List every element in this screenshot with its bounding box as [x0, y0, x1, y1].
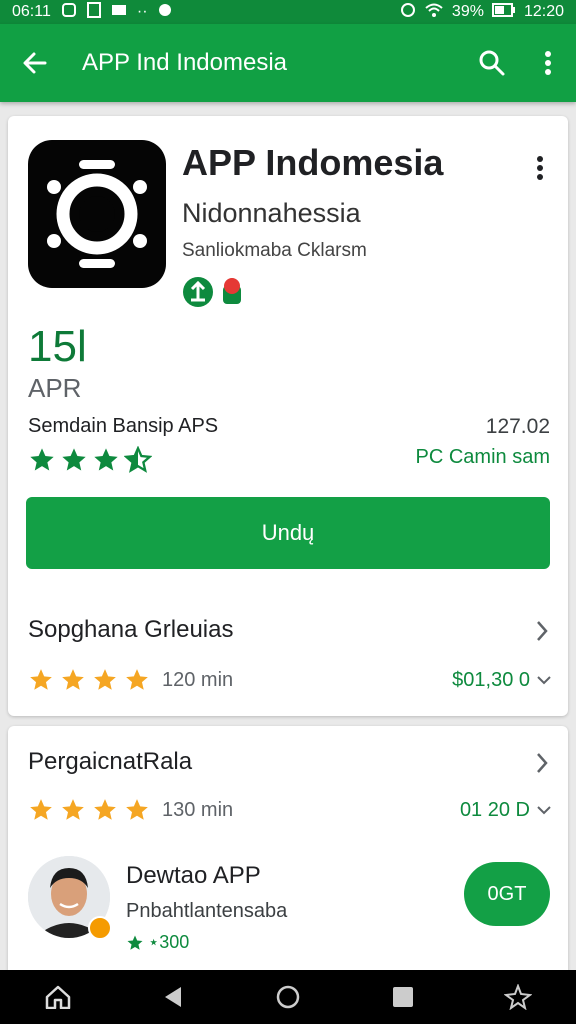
- verified-badge-icon: [88, 916, 112, 940]
- star-icon: [30, 448, 54, 471]
- stat-label: APR: [28, 373, 82, 403]
- home-icon: [45, 985, 70, 1009]
- app-badges: [182, 276, 244, 308]
- alarm-icon: [400, 2, 416, 23]
- related-card: PergaicnatRala 130 min 01 20 D Dewtao AP…: [8, 726, 568, 976]
- sim-icon: [86, 1, 101, 23]
- battery-percent: 39%: [451, 3, 484, 20]
- app-icon[interactable]: [28, 140, 166, 288]
- get-button[interactable]: 0GT: [464, 862, 550, 926]
- nav-assistant-button[interactable]: [488, 970, 548, 1024]
- section-title[interactable]: Sopghana Grleuias: [28, 616, 233, 644]
- square-recents-icon: [393, 987, 414, 1007]
- chevron-right-icon: [537, 753, 548, 773]
- content-rating-badge-icon: [223, 278, 241, 304]
- star-icon: [126, 799, 148, 820]
- chevron-down-icon: [537, 676, 551, 685]
- notification-icon: [61, 2, 77, 23]
- price-value: $01,30 0: [452, 668, 530, 691]
- star-icon: [62, 799, 84, 820]
- system-nav-bar: [0, 970, 576, 1024]
- star-half-icon: [124, 446, 152, 473]
- app-details-card: APP Indomesia Nidonnahessia Sanliokmaba …: [8, 116, 568, 716]
- circle-home-icon: [276, 985, 300, 1009]
- star-icon: [62, 669, 84, 690]
- chevron-right-icon: [537, 621, 548, 641]
- app-name: APP Indomesia: [182, 142, 444, 183]
- rating-count: 120 min: [162, 668, 234, 691]
- status-bar: 06:11 ·· 39% 12:20: [0, 0, 576, 24]
- section-rating-row: 120 min $01,30 0: [28, 665, 552, 695]
- nav-recents-button[interactable]: [373, 970, 433, 1024]
- app-subtitle: Semdain Bansip APS: [28, 415, 219, 437]
- rating-count: 130 min: [162, 798, 234, 821]
- search-icon: [479, 50, 505, 76]
- search-button[interactable]: [464, 24, 520, 102]
- arrow-left-icon: [23, 52, 47, 74]
- stat-value: 15l: [28, 322, 87, 371]
- status-carrier: 06:11: [12, 3, 51, 20]
- section-open-button[interactable]: [532, 750, 552, 776]
- star-icon: [126, 669, 148, 690]
- sparkle-star-icon: [504, 984, 533, 1010]
- star-icon: [94, 669, 116, 690]
- triangle-back-icon: [164, 987, 181, 1007]
- install-button[interactable]: Undų: [26, 497, 550, 569]
- developer-subtitle: Pnbahtlantensaba: [126, 900, 288, 922]
- price-dropdown[interactable]: 01 20 D: [460, 799, 552, 822]
- developer-rating-value: ⋆300: [148, 932, 190, 952]
- platform-label[interactable]: PC Camin sam: [416, 446, 550, 469]
- wifi-icon: [424, 2, 444, 23]
- app-size: 127.02: [485, 415, 550, 438]
- developer-name[interactable]: Nidonnahessia: [182, 198, 361, 229]
- message-icon: [111, 2, 127, 23]
- app-more-button[interactable]: [528, 152, 552, 184]
- overflow-menu-button[interactable]: [520, 24, 576, 102]
- star-icon: [127, 935, 143, 950]
- battery-icon: [491, 2, 516, 22]
- more-vertical-icon: [537, 156, 543, 180]
- back-button[interactable]: [0, 24, 70, 102]
- app-bar-title: APP Ind Indomesia: [82, 49, 288, 76]
- clock: 12:20: [523, 3, 564, 20]
- more-vertical-icon: [545, 51, 551, 75]
- star-icon: [94, 448, 118, 471]
- star-icon: [94, 799, 116, 820]
- editors-choice-badge-icon: [183, 277, 213, 307]
- star-icon: [30, 669, 52, 690]
- developer-rating: ⋆300: [126, 932, 189, 953]
- star-icon: [62, 448, 86, 471]
- camera-lens-icon: [47, 160, 147, 268]
- star-icon: [30, 799, 52, 820]
- section-title[interactable]: PergaicnatRala: [28, 748, 192, 776]
- developer-title[interactable]: Dewtao APP: [126, 862, 261, 890]
- chat-icon: [158, 3, 172, 22]
- nav-home-button[interactable]: [28, 970, 88, 1024]
- section-open-button[interactable]: [532, 618, 552, 644]
- chevron-down-icon: [537, 806, 551, 815]
- price-value: 01 20 D: [459, 798, 530, 821]
- more-notifications-icon: ··: [136, 3, 148, 20]
- app-category: Sanliokmaba Cklarsm: [182, 240, 367, 261]
- nav-back-button[interactable]: [143, 970, 203, 1024]
- price-dropdown[interactable]: $01,30 0: [452, 669, 552, 692]
- section-rating-row: 130 min 01 20 D: [28, 795, 552, 825]
- app-rating-stars: [28, 446, 152, 474]
- app-bar: APP Ind Indomesia: [0, 24, 576, 102]
- nav-circle-button[interactable]: [258, 970, 318, 1024]
